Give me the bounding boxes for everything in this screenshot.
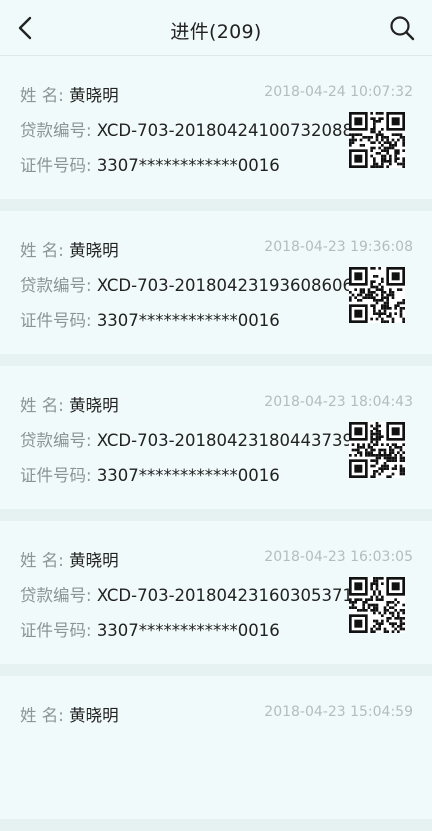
loan-number-row: 贷款编号: XCD-703-20180424100732088 [20,117,353,141]
id-number-label: 证件号码: [20,466,92,485]
submit-time: 2018-04-24 10:07:32 [264,84,413,100]
name-label: 姓 名: [20,396,64,415]
id-number: 3307************0016 [96,311,280,330]
id-number-row: 证件号码: 3307************0016 [20,307,280,331]
application-card[interactable]: 姓 名: 黄晓明 2018-04-23 15:04:59 [0,676,432,819]
loan-number: XCD-703-20180424100732088 [96,121,354,140]
submit-time: 2018-04-23 16:03:05 [264,549,413,565]
id-number-row: 证件号码: 3307************0016 [20,462,280,486]
loan-number-label: 贷款编号: [20,431,92,450]
name-row: 姓 名: 黄晓明 [20,547,119,571]
name-label: 姓 名: [20,551,64,570]
name-row: 姓 名: 黄晓明 [20,82,119,106]
loan-number-label: 贷款编号: [20,276,92,295]
id-number-row: 证件号码: 3307************0016 [20,152,280,176]
applicant-name: 黄晓明 [69,396,119,415]
id-number-row: 证件号码: 3307************0016 [20,617,280,641]
name-label: 姓 名: [20,86,64,105]
name-label: 姓 名: [20,241,64,260]
loan-number: XCD-703-20180423160305371 [96,586,354,605]
name-row: 姓 名: 黄晓明 [20,237,119,261]
page-title: 进件(209) [170,21,262,43]
top-nav-bar: 进件(209) [0,0,432,56]
loan-number-row: 贷款编号: XCD-703-20180423180443739 [20,427,353,451]
loan-number: XCD-703-20180423180443739 [96,431,354,450]
applicant-name: 黄晓明 [69,551,119,570]
qr-code-icon[interactable] [349,267,405,323]
applicant-name: 黄晓明 [69,706,119,725]
qr-code-icon[interactable] [349,577,405,633]
loan-number-row: 贷款编号: XCD-703-20180423193608606 [20,272,353,296]
applicant-name: 黄晓明 [69,241,119,260]
application-card[interactable]: 姓 名: 黄晓明 2018-04-23 19:36:08 贷款编号: XCD-7… [0,211,432,354]
id-number-label: 证件号码: [20,311,92,330]
id-number-label: 证件号码: [20,156,92,175]
name-row: 姓 名: 黄晓明 [20,702,119,726]
loan-number-label: 贷款编号: [20,121,92,140]
submit-time: 2018-04-23 19:36:08 [264,239,413,255]
loan-number-row: 贷款编号: XCD-703-20180423160305371 [20,582,353,606]
application-card[interactable]: 姓 名: 黄晓明 2018-04-24 10:07:32 贷款编号: XCD-7… [0,56,432,199]
id-number: 3307************0016 [96,156,280,175]
application-list: 姓 名: 黄晓明 2018-04-24 10:07:32 贷款编号: XCD-7… [0,56,432,831]
qr-code-icon[interactable] [349,422,405,478]
applicant-name: 黄晓明 [69,86,119,105]
submit-time: 2018-04-23 15:04:59 [264,704,413,720]
loan-number-label: 贷款编号: [20,586,92,605]
search-icon [390,16,415,41]
loan-number: XCD-703-20180423193608606 [96,276,354,295]
name-label: 姓 名: [20,706,64,725]
id-number: 3307************0016 [96,466,280,485]
id-number: 3307************0016 [96,621,280,640]
submit-time: 2018-04-23 18:04:43 [264,394,413,410]
id-number-label: 证件号码: [20,621,92,640]
name-row: 姓 名: 黄晓明 [20,392,119,416]
qr-code-icon[interactable] [349,112,405,168]
search-button[interactable] [386,12,418,44]
application-card[interactable]: 姓 名: 黄晓明 2018-04-23 16:03:05 贷款编号: XCD-7… [0,521,432,664]
application-card[interactable]: 姓 名: 黄晓明 2018-04-23 18:04:43 贷款编号: XCD-7… [0,366,432,509]
